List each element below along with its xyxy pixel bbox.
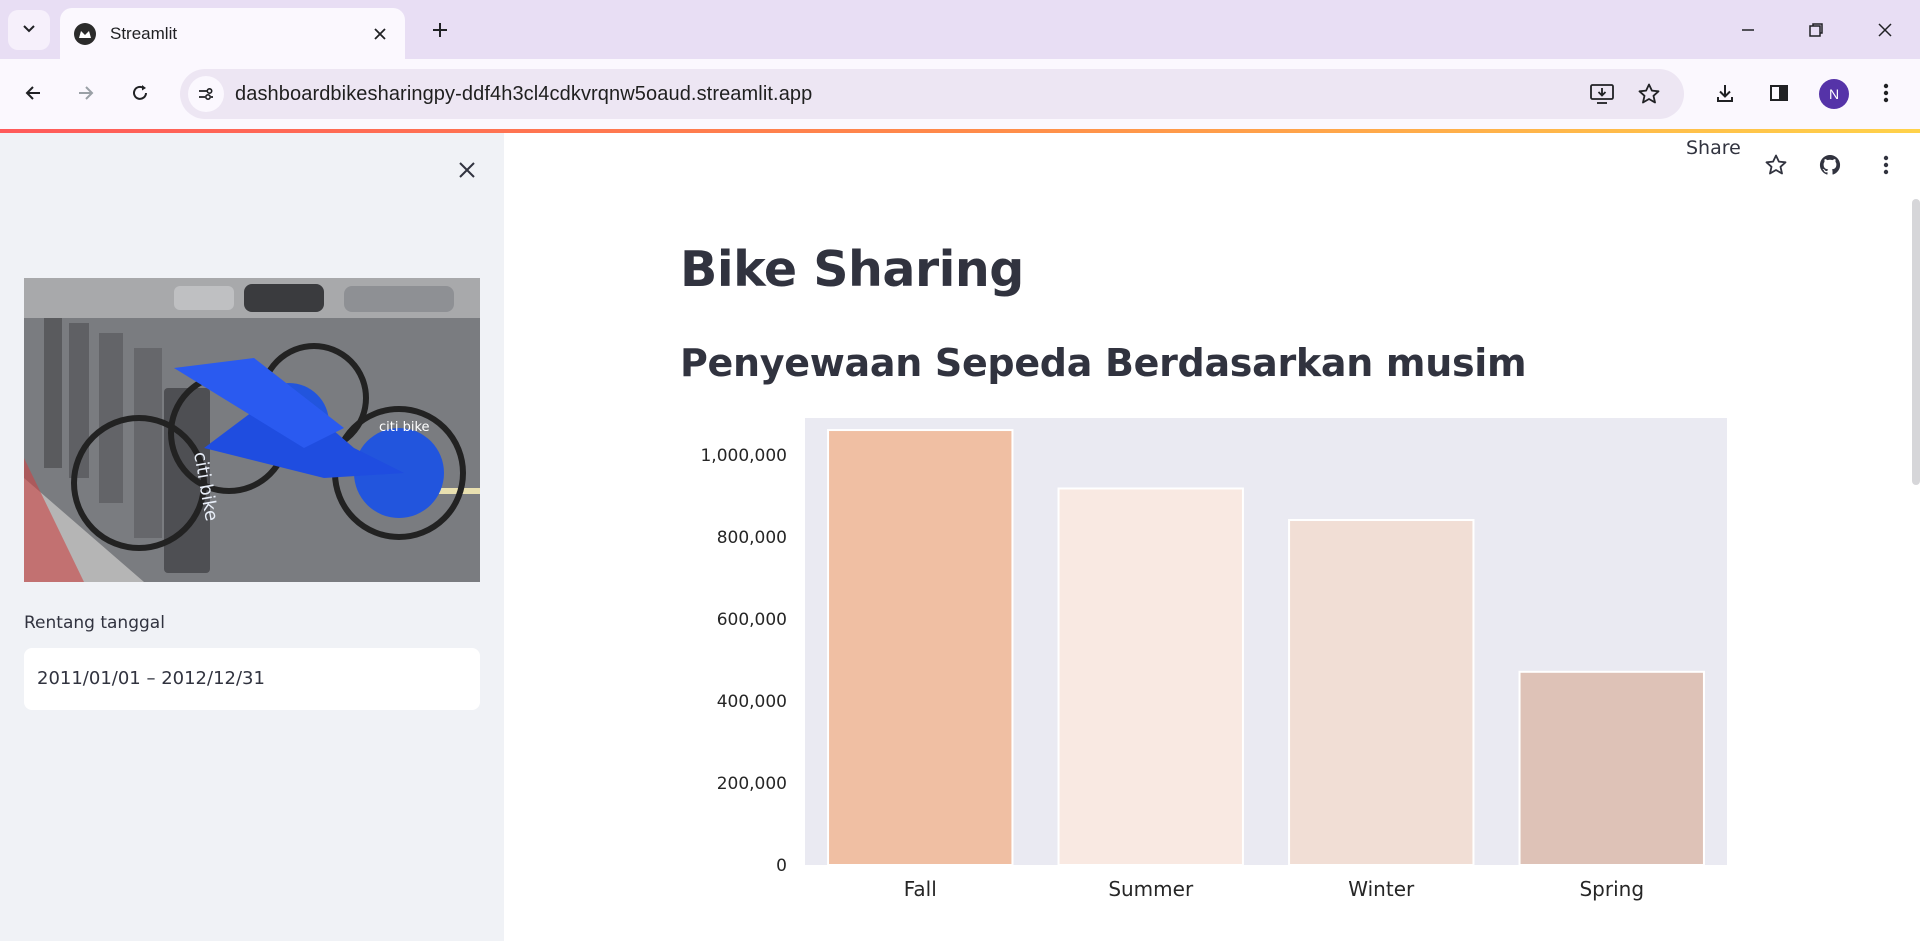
install-app-icon[interactable]	[1586, 78, 1618, 110]
new-tab-plus-icon[interactable]	[424, 14, 456, 46]
star-icon[interactable]	[1758, 147, 1794, 183]
x-tick-label: Summer	[1108, 877, 1194, 901]
y-tick-label: 200,000	[717, 774, 787, 794]
sidebar: citi bike citi bike Rentang tanggal 2011…	[0, 133, 504, 941]
download-icon[interactable]	[1705, 73, 1745, 113]
page-title: Bike Sharing	[680, 241, 1024, 298]
tab-title: Streamlit	[110, 23, 178, 43]
chart-subheader: Penyewaan Sepeda Berdasarkan musim	[680, 341, 1527, 385]
main-content: Share Bike Sharing Penyewaan Sepeda Berd…	[504, 133, 1920, 941]
more-vert-icon[interactable]	[1866, 73, 1906, 113]
y-tick-label: 800,000	[717, 528, 787, 548]
y-tick-label: 400,000	[717, 692, 787, 712]
url-text: dashboardbikesharingpy-ddf4h3cl4cdkvrqnw…	[235, 83, 813, 105]
profile-avatar[interactable]: N	[1819, 79, 1849, 109]
date-range-input[interactable]: 2011/01/01 – 2012/12/31	[24, 648, 480, 710]
bar-chart-svg: 0 200,000 400,000 600,000 800,000 1,000,000 Fa…	[700, 418, 1727, 901]
bookmark-star-icon[interactable]	[1633, 78, 1665, 110]
side-panel-icon[interactable]	[1759, 73, 1799, 113]
close-window-icon[interactable]	[1862, 8, 1908, 52]
github-icon[interactable]	[1812, 147, 1848, 183]
reload-icon[interactable]	[120, 73, 160, 113]
date-range-label: Rentang tanggal	[24, 613, 165, 633]
browser-tab[interactable]: Streamlit	[60, 8, 405, 59]
close-sidebar-icon[interactable]	[452, 155, 482, 185]
address-bar[interactable]: dashboardbikesharingpy-ddf4h3cl4cdkvrqnw…	[180, 69, 1684, 119]
bar-summer	[1057, 487, 1244, 866]
close-tab-icon[interactable]	[369, 23, 391, 45]
x-tick-label: Spring	[1579, 877, 1644, 901]
y-tick-label: 600,000	[717, 610, 787, 630]
x-tick-label: Fall	[904, 877, 937, 901]
date-range-value: 2011/01/01 – 2012/12/31	[37, 668, 265, 689]
site-info-icon[interactable]	[188, 76, 224, 112]
minimize-icon[interactable]	[1725, 8, 1771, 52]
browser-toolbar: dashboardbikesharingpy-ddf4h3cl4cdkvrqnw…	[0, 59, 1920, 131]
restore-icon[interactable]	[1793, 8, 1839, 52]
chevron-down-icon	[21, 20, 37, 41]
bar-winter	[1288, 519, 1475, 866]
bike-sharing-photo: citi bike citi bike	[24, 278, 480, 582]
scrollbar[interactable]	[1912, 199, 1920, 485]
bar-fall	[827, 429, 1014, 866]
season-rental-chart: 0 200,000 400,000 600,000 800,000 1,000,000 Fa…	[654, 418, 1894, 941]
streamlit-favicon-icon	[74, 22, 96, 45]
y-tick-label: 0	[776, 856, 787, 876]
back-icon[interactable]	[13, 73, 53, 113]
y-tick-label: 1,000,000	[700, 446, 787, 466]
forward-icon[interactable]	[66, 73, 106, 113]
main-menu-more-icon[interactable]	[1868, 147, 1904, 183]
bar-spring	[1518, 670, 1705, 866]
browser-titlebar: Streamlit	[0, 0, 1920, 59]
x-tick-label: Winter	[1348, 877, 1415, 901]
svg-text:citi bike: citi bike	[379, 420, 430, 435]
tab-search-button[interactable]	[8, 10, 50, 50]
share-button[interactable]: Share	[1686, 137, 1741, 159]
